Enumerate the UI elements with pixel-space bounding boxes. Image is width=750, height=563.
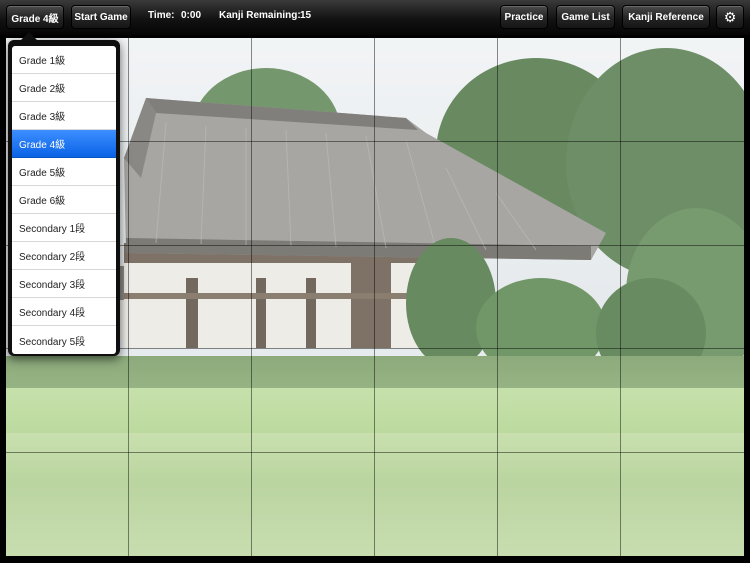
start-game-button[interactable]: Start Game	[71, 5, 131, 29]
grade-popover: Grade 1級 Grade 2級 Grade 3級 Grade 4級 Grad…	[8, 32, 120, 356]
practice-button[interactable]: Practice	[500, 5, 548, 29]
top-toolbar: Grade 4級 Start Game Time: 0:00 Kanji Rem…	[0, 0, 750, 36]
grid-line	[128, 38, 129, 556]
popover-arrow	[20, 32, 38, 41]
grade-select-button[interactable]: Grade 4級	[6, 5, 64, 29]
kanji-reference-button[interactable]: Kanji Reference	[622, 5, 710, 29]
time-value: 0:00	[181, 10, 202, 21]
gear-icon: ⚙	[723, 8, 737, 25]
grid-line	[620, 38, 621, 556]
grade-option[interactable]: Secondary 3段	[12, 270, 116, 298]
grid-line	[374, 38, 375, 556]
grade-option[interactable]: Grade 3級	[12, 102, 116, 130]
game-list-button[interactable]: Game List	[556, 5, 615, 29]
kanji-remaining-value: 15	[300, 10, 312, 21]
grade-option[interactable]: Secondary 5段	[12, 326, 116, 354]
grid-line	[251, 38, 252, 556]
grade-option[interactable]: Grade 6級	[12, 186, 116, 214]
grade-list: Grade 1級 Grade 2級 Grade 3級 Grade 4級 Grad…	[12, 46, 116, 354]
grid-line	[6, 452, 744, 453]
grid-line	[497, 38, 498, 556]
grade-option[interactable]: Secondary 1段	[12, 214, 116, 242]
grade-option[interactable]: Grade 5級	[12, 158, 116, 186]
grade-option[interactable]: Secondary 4段	[12, 298, 116, 326]
grade-option[interactable]: Grade 1級	[12, 46, 116, 74]
settings-button[interactable]: ⚙	[716, 5, 744, 29]
kanji-remaining-label: Kanji Remaining:	[219, 10, 301, 21]
time-label: Time:	[148, 10, 175, 21]
grade-option[interactable]: Grade 2級	[12, 74, 116, 102]
grade-option[interactable]: Secondary 2段	[12, 242, 116, 270]
grade-option-selected[interactable]: Grade 4級	[12, 130, 116, 158]
